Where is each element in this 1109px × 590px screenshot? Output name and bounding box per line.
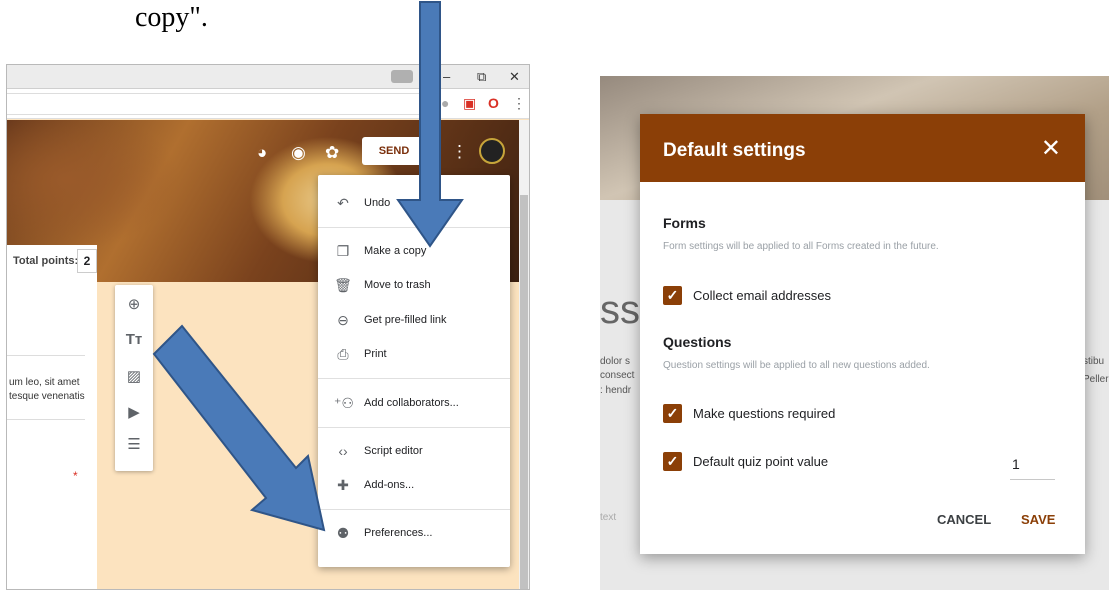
- total-points-label: Total points:: [13, 255, 79, 267]
- menu-item-label: Undo: [364, 197, 391, 209]
- preferences-icon: ⚉: [336, 525, 350, 541]
- address-bar[interactable]: [7, 93, 433, 115]
- scroll-thumb[interactable]: [520, 195, 528, 589]
- menu-item-label: Preferences...: [364, 527, 433, 539]
- forms-section-title: Forms: [663, 215, 706, 231]
- checkbox-checked-icon[interactable]: ✓: [663, 404, 682, 423]
- menu-item-script-editor[interactable]: ‹› Script editor: [318, 437, 510, 467]
- pocket-icon[interactable]: ▣: [463, 95, 476, 112]
- scrollbar[interactable]: [519, 120, 529, 589]
- menu-item-label: Script editor: [364, 445, 423, 457]
- more-options-menu: ↶ Undo ❐ Make a copy 🗑 Move to trash ⊖ G…: [318, 175, 510, 567]
- browser-menu-icon[interactable]: ⋮: [512, 95, 526, 112]
- puzzle-icon: ✚: [337, 477, 349, 493]
- menu-divider: [318, 509, 510, 510]
- checkbox-checked-icon[interactable]: ✓: [663, 286, 682, 305]
- avatar[interactable]: [479, 138, 505, 164]
- divider: [7, 419, 85, 420]
- default-settings-dialog: Default settings ✕ Forms Form settings w…: [640, 114, 1085, 554]
- divider: [7, 355, 85, 356]
- add-section-icon[interactable]: ☰: [124, 435, 144, 455]
- make-required-label: Make questions required: [693, 406, 836, 421]
- menu-item-label: Add-ons...: [364, 479, 415, 491]
- cancel-button[interactable]: CANCEL: [937, 512, 991, 527]
- background-text-fragment: stibu: [1083, 356, 1105, 367]
- menu-item-add-collaborators[interactable]: ⁺⚇ Add collaborators...: [318, 389, 510, 419]
- forms-editor-screenshot: – ⧉ ✕ ● ▣ O ⋮ ◕ ◉ ✿ SEND ⋮ Total points:…: [6, 64, 530, 590]
- link-icon: ⊖: [337, 312, 349, 328]
- quiz-point-label: Default quiz point value: [693, 454, 829, 469]
- caption-text: copy".: [135, 2, 208, 33]
- menu-item-label: Get pre-filled link: [364, 314, 447, 326]
- background-text-fragment: consect: [600, 370, 635, 381]
- menu-item-label: Make a copy: [364, 245, 427, 257]
- total-points-value: 2: [77, 249, 97, 273]
- forms-section-subtitle: Form settings will be applied to all For…: [663, 241, 939, 252]
- extension-icon[interactable]: ●: [441, 95, 449, 111]
- browser-toolbar: ● ▣ O ⋮: [7, 89, 529, 119]
- question-toolbar: ⊕ Tт ▨ ▶ ☰: [115, 285, 153, 471]
- undo-icon: ↶: [337, 195, 349, 211]
- question-snippet-line1: um leo, sit amet: [9, 377, 80, 388]
- window-titlebar: – ⧉ ✕: [7, 65, 529, 89]
- menu-item-print[interactable]: ⎙ Print: [318, 340, 510, 370]
- collect-email-label: Collect email addresses: [693, 288, 832, 303]
- menu-item-make-copy[interactable]: ❐ Make a copy: [318, 237, 510, 267]
- background-text-fragment: : hendr: [600, 385, 632, 396]
- menu-item-move-to-trash[interactable]: 🗑 Move to trash: [318, 271, 510, 301]
- menu-divider: [318, 227, 510, 228]
- question-snippet-line2: tesque venenatis: [9, 391, 85, 402]
- background-text-fragment: text: [600, 512, 617, 523]
- dialog-header: Default settings ✕: [640, 114, 1085, 182]
- menu-item-preferences[interactable]: ⚉ Preferences...: [318, 519, 510, 549]
- trash-icon: 🗑: [334, 277, 352, 293]
- code-icon: ‹›: [338, 443, 348, 459]
- restore-button[interactable]: ⧉: [477, 69, 486, 85]
- add-title-icon[interactable]: Tт: [124, 331, 144, 351]
- menu-item-label: Add collaborators...: [364, 397, 459, 409]
- add-video-icon[interactable]: ▶: [124, 403, 144, 423]
- background-text-fragment: Peller: [1083, 374, 1109, 385]
- preview-eye-icon[interactable]: ◉: [291, 143, 306, 163]
- settings-gear-icon[interactable]: ✿: [325, 143, 339, 163]
- questions-section-title: Questions: [663, 334, 732, 350]
- close-window-button[interactable]: ✕: [509, 69, 520, 85]
- required-asterisk: *: [73, 469, 78, 483]
- opera-icon[interactable]: O: [488, 95, 499, 111]
- copy-icon: ❐: [336, 243, 350, 259]
- dialog-title: Default settings: [663, 140, 806, 161]
- add-image-icon[interactable]: ▨: [124, 367, 144, 387]
- quiz-point-input[interactable]: 1: [1010, 450, 1055, 480]
- menu-item-label: Move to trash: [364, 279, 431, 291]
- menu-item-prefilled-link[interactable]: ⊖ Get pre-filled link: [318, 306, 510, 336]
- close-icon[interactable]: ✕: [1041, 134, 1061, 163]
- checkbox-checked-icon[interactable]: ✓: [663, 452, 682, 471]
- send-button[interactable]: SEND: [362, 137, 426, 165]
- background-text-fragment: dolor s: [600, 356, 631, 367]
- add-people-icon: ⁺⚇: [334, 395, 354, 411]
- form-card: [7, 245, 97, 589]
- menu-item-undo[interactable]: ↶ Undo: [318, 189, 510, 219]
- profile-chip[interactable]: [391, 70, 413, 83]
- questions-section-subtitle: Question settings will be applied to all…: [663, 360, 930, 371]
- add-question-icon[interactable]: ⊕: [124, 295, 144, 315]
- menu-divider: [318, 427, 510, 428]
- save-button[interactable]: SAVE: [1021, 512, 1055, 527]
- palette-icon[interactable]: ◕: [257, 143, 267, 163]
- more-options-icon[interactable]: ⋮: [451, 142, 468, 162]
- menu-item-label: Print: [364, 348, 387, 360]
- menu-item-add-ons[interactable]: ✚ Add-ons...: [318, 471, 510, 501]
- print-icon: ⎙: [337, 346, 349, 362]
- minimize-button[interactable]: –: [443, 69, 450, 84]
- menu-divider: [318, 378, 510, 379]
